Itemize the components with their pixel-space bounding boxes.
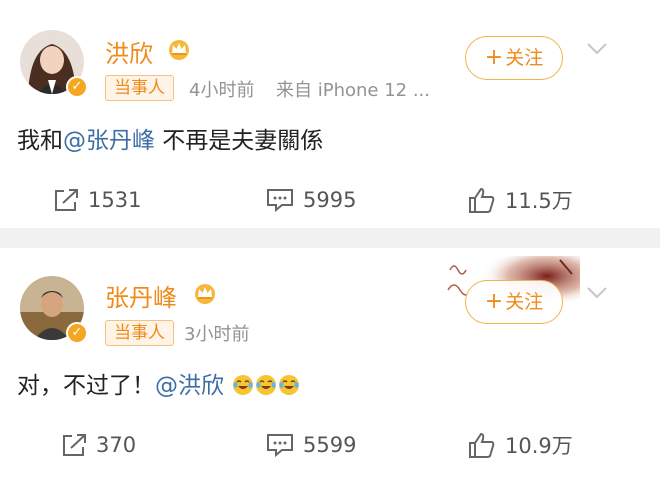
chevron-down-icon[interactable] [586,42,608,56]
like-count: 11.5万 [505,189,573,213]
laugh-cry-emoji-icon [279,375,300,395]
content-text: 我和 [17,128,63,154]
repost-button[interactable]: 370 [60,430,136,460]
comment-count: 5599 [303,433,357,457]
laugh-cry-emoji-icon [256,375,277,395]
party-tag: 当事人 [105,320,174,346]
repost-button[interactable]: 1531 [52,185,141,215]
comment-icon [267,189,293,213]
post-card-1: ✓ 洪欣 当事人 4小时前 来自 iPhone 12 ... + 关注 我和@张丹… [0,0,660,228]
post-separator [0,228,660,248]
crown-icon [169,40,189,60]
like-icon [469,432,495,458]
post-time: 4小时前 [189,80,255,101]
like-count: 10.9万 [505,434,573,458]
follow-label: 关注 [505,47,544,69]
mention-link[interactable]: @洪欣 [155,373,224,399]
username[interactable]: 张丹峰 [105,278,177,313]
plus-icon: + [484,289,504,314]
post-card-2: ✓ 张丹峰 当事人 3小时前 + 关注 对，不过了！@洪欣 370 5599 1… [0,248,660,483]
comment-button[interactable]: 5599 [265,430,356,460]
verified-badge-icon: ✓ [66,76,88,98]
follow-button[interactable]: + 关注 [465,280,563,324]
comment-icon [267,434,293,458]
content-text: 不再是夫妻關係 [155,128,324,154]
like-button[interactable]: 11.5万 [467,185,573,215]
username[interactable]: 洪欣 [105,34,153,69]
comment-button[interactable]: 5995 [265,185,356,215]
plus-icon: + [484,45,504,70]
repost-icon [63,434,86,456]
post-source: 来自 iPhone 12 ... [276,80,430,101]
follow-button[interactable]: + 关注 [465,36,563,80]
follow-label: 关注 [505,291,544,313]
chevron-down-icon[interactable] [586,286,608,300]
post-time: 3小时前 [184,324,250,345]
content-text: 对，不过了！ [17,373,155,399]
verified-badge-icon: ✓ [66,322,88,344]
repost-count: 1531 [88,188,142,212]
laugh-cry-emoji-icon [233,375,254,395]
mention-link[interactable]: @张丹峰 [63,128,155,154]
repost-count: 370 [96,433,137,457]
emoji-group [231,373,300,399]
crown-icon [195,284,215,304]
like-icon [469,187,495,213]
repost-icon [55,189,78,211]
post-content: 对，不过了！@洪欣 [17,366,300,400]
party-tag: 当事人 [105,75,174,101]
like-button[interactable]: 10.9万 [467,430,573,460]
post-content: 我和@张丹峰 不再是夫妻關係 [17,121,323,155]
comment-count: 5995 [303,188,357,212]
